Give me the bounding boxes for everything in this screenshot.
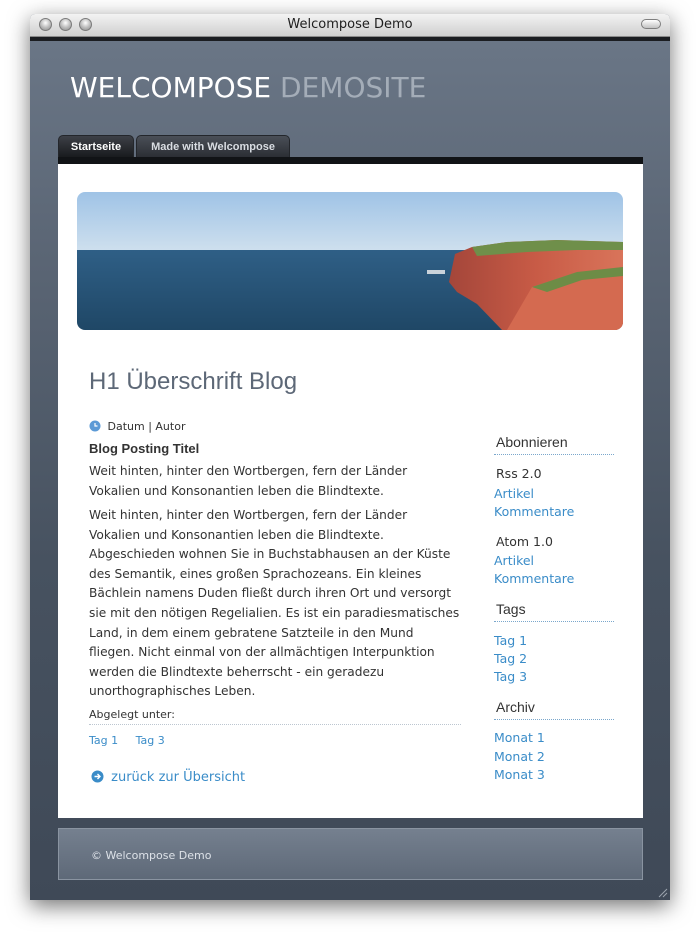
nav-bar-line — [58, 157, 643, 164]
page-heading: H1 Überschrift Blog — [89, 368, 298, 395]
coastline-landscape-image — [77, 192, 623, 330]
tab-made-with-welcompose[interactable]: Made with Welcompose — [136, 135, 290, 158]
back-to-overview-link[interactable]: zurück zur Übersicht — [91, 770, 245, 785]
archive-month-link[interactable]: Monat 1 — [494, 730, 545, 745]
rss-label: Rss 2.0 — [496, 466, 542, 481]
arrow-right-circle-icon — [91, 770, 104, 783]
page-background: WELCOMPOSE DEMOSITE Startseite Made with… — [30, 41, 670, 900]
post-meta: Datum | Autor — [89, 420, 185, 433]
atom-comments-link[interactable]: Kommentare — [494, 571, 574, 586]
sidebar-heading-tags: Tags — [496, 601, 526, 617]
rss-comments-link[interactable]: Kommentare — [494, 504, 574, 519]
back-link-label: zurück zur Übersicht — [111, 770, 246, 785]
post-tag-link[interactable]: Tag 3 — [136, 734, 165, 747]
archive-month-link[interactable]: Monat 3 — [494, 767, 545, 782]
post-paragraph: Weit hinten, hinter den Wortbergen, fern… — [89, 464, 408, 498]
toolbar-toggle-button[interactable] — [641, 19, 661, 29]
atom-label: Atom 1.0 — [496, 534, 553, 549]
window-titlebar: Welcompose Demo — [30, 14, 670, 37]
post-tag-link[interactable]: Tag 1 — [89, 734, 118, 747]
sidebar-tag-link[interactable]: Tag 2 — [494, 651, 527, 666]
rss-articles-link[interactable]: Artikel — [494, 486, 534, 501]
resize-grip-icon[interactable] — [656, 886, 668, 898]
clock-icon — [89, 420, 101, 432]
site-title-accent: DEMOSITE — [280, 71, 427, 104]
sidebar-divider — [494, 454, 614, 455]
content-area: H1 Überschrift Blog Datum | Autor Blog P… — [58, 164, 643, 818]
filed-under-label: Abgelegt unter: — [89, 708, 175, 721]
divider — [89, 724, 461, 725]
sidebar-heading-subscribe: Abonnieren — [496, 434, 568, 450]
sidebar-divider — [494, 621, 614, 622]
sidebar-divider — [494, 719, 614, 720]
hero-image — [77, 192, 623, 330]
footer: © Welcompose Demo — [58, 828, 643, 880]
post-title[interactable]: Blog Posting Titel — [89, 441, 199, 456]
footer-copyright: © Welcompose Demo — [91, 849, 212, 862]
site-title-main: WELCOMPOSE — [70, 71, 272, 104]
sidebar-heading-archive: Archiv — [496, 699, 535, 715]
sidebar-tag-link[interactable]: Tag 1 — [494, 633, 527, 648]
browser-window: Welcompose Demo WELCOMPOSE DEMOSITE Star… — [30, 14, 670, 900]
archive-month-link[interactable]: Monat 2 — [494, 749, 545, 764]
post-meta-text: Datum | Autor — [107, 420, 186, 433]
site-title[interactable]: WELCOMPOSE DEMOSITE — [70, 71, 426, 104]
tab-startseite[interactable]: Startseite — [58, 135, 134, 158]
atom-articles-link[interactable]: Artikel — [494, 553, 534, 568]
sidebar-tag-link[interactable]: Tag 3 — [494, 669, 527, 684]
post-paragraph: Weit hinten, hinter den Wortbergen, fern… — [89, 508, 460, 699]
window-title: Welcompose Demo — [287, 17, 413, 32]
post-tags: Tag 1 Tag 3 — [89, 734, 179, 747]
